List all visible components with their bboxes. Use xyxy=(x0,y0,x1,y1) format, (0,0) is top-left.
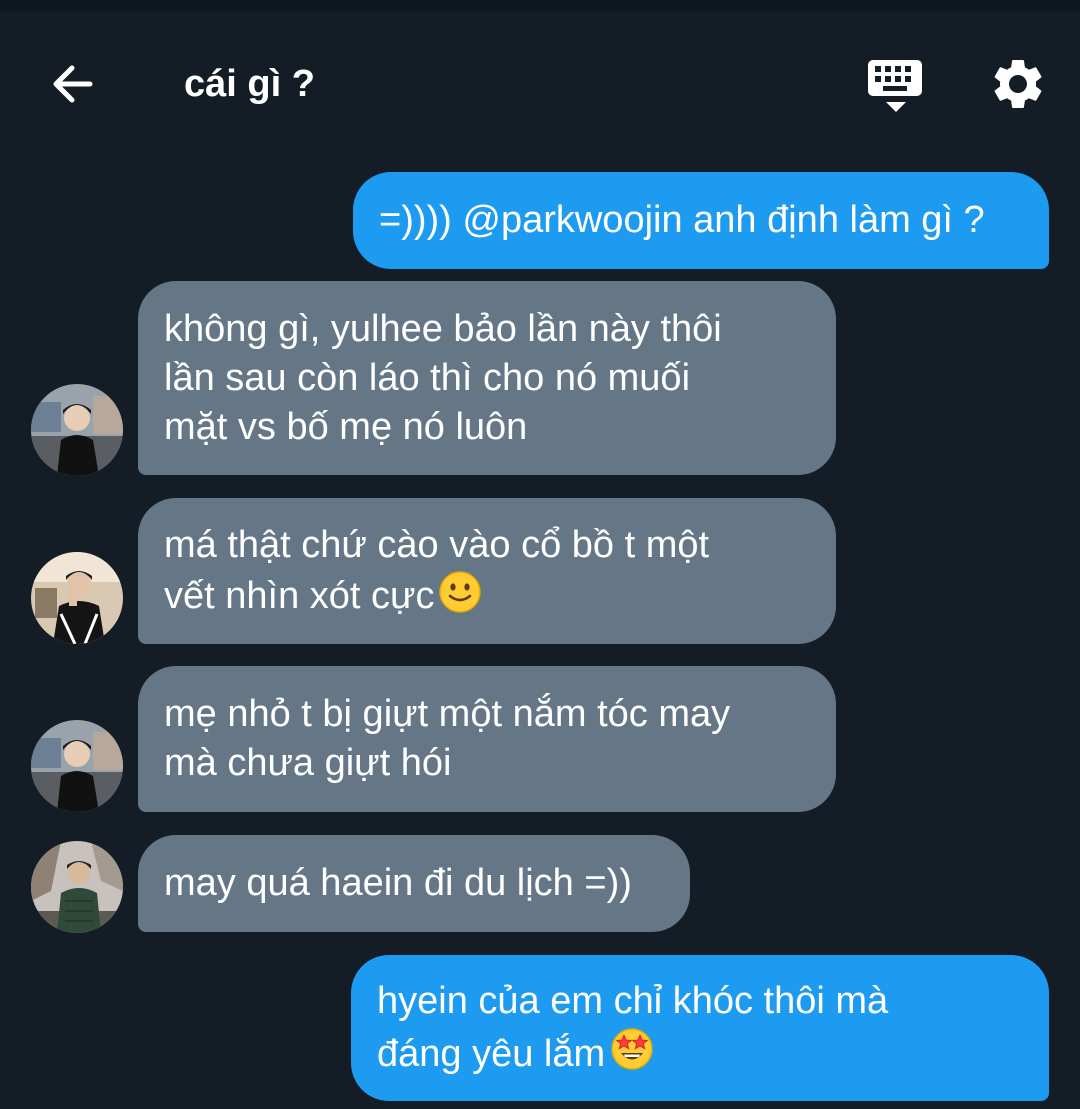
gear-icon xyxy=(994,59,1042,108)
message-bubble-incoming[interactable]: má thật chứ cào vào cổ bồ t một vết nhìn… xyxy=(138,498,836,644)
status-bar-strip xyxy=(0,0,1080,12)
keyboard-toggle-button[interactable] xyxy=(862,56,930,116)
conversation-title: cái gì ? xyxy=(184,63,315,105)
message-text: may quá haein đi du lịch =)) xyxy=(164,862,632,904)
message-bubble-incoming[interactable]: may quá haein đi du lịch =)) xyxy=(138,835,690,932)
message-text: hyein của em chỉ khóc thôi mà đáng yêu l… xyxy=(377,980,889,1075)
message-text: =)))) @parkwoojin anh định làm gì ? xyxy=(379,199,985,241)
message-text: không gì, yulhee bảo lần này thôi lần sa… xyxy=(164,307,722,448)
message-bubble-incoming[interactable]: mẹ nhỏ t bị giựt một nắm tóc may mà chưa… xyxy=(138,666,836,812)
chat-header: cái gì ? xyxy=(0,12,1080,152)
arrow-left-icon xyxy=(53,65,93,103)
message-bubble-incoming[interactable]: không gì, yulhee bảo lần này thôi lần sa… xyxy=(138,281,836,475)
message-text: mẹ nhỏ t bị giựt một nắm tóc may mà chưa… xyxy=(164,693,731,784)
avatar[interactable] xyxy=(31,552,123,644)
back-button[interactable] xyxy=(44,56,100,112)
avatar[interactable] xyxy=(31,841,123,933)
keyboard-hide-icon xyxy=(868,60,922,112)
star-struck-face-icon xyxy=(611,1028,653,1070)
avatar[interactable] xyxy=(31,720,123,812)
message-text: má thật chứ cào vào cổ bồ t một vết nhìn… xyxy=(164,524,710,617)
slightly-smiling-face-icon xyxy=(439,571,482,613)
message-bubble-outgoing[interactable]: hyein của em chỉ khóc thôi mà đáng yêu l… xyxy=(351,955,1049,1101)
message-bubble-outgoing[interactable]: =)))) @parkwoojin anh định làm gì ? xyxy=(353,172,1049,269)
avatar[interactable] xyxy=(31,384,123,476)
settings-button[interactable] xyxy=(988,54,1048,114)
